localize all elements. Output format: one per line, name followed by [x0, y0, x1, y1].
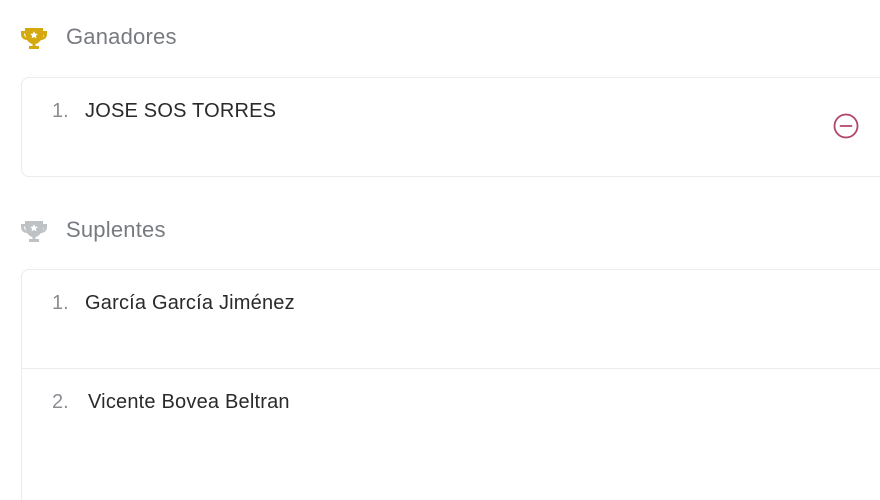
- suplentes-header: Suplentes: [20, 215, 166, 245]
- trophy-silver-icon: [20, 216, 48, 244]
- suplentes-title: Suplentes: [66, 217, 166, 242]
- list-item-number: 1.: [52, 292, 69, 314]
- list-item-name: Vicente Bovea Beltran: [88, 391, 290, 413]
- list-item: 2. Vicente Bovea Beltran: [22, 368, 880, 467]
- suplentes-list: 1. García García Jiménez 2. Vicente Bove…: [21, 269, 880, 500]
- list-item: 1. García García Jiménez: [22, 270, 880, 368]
- minus-circle-icon: [833, 113, 859, 139]
- list-item-number: 2.: [52, 391, 69, 413]
- list-item: 1. JOSE SOS TORRES: [22, 78, 880, 176]
- trophy-gold-icon: [20, 23, 48, 51]
- ganadores-header: Ganadores: [20, 22, 177, 52]
- ganadores-title: Ganadores: [66, 24, 177, 49]
- list-item-number: 1.: [52, 100, 69, 122]
- list-item-name: JOSE SOS TORRES: [85, 100, 277, 122]
- ganadores-list: 1. JOSE SOS TORRES: [21, 77, 880, 177]
- remove-ganador-button[interactable]: [832, 112, 860, 140]
- list-item-name: García García Jiménez: [85, 292, 295, 314]
